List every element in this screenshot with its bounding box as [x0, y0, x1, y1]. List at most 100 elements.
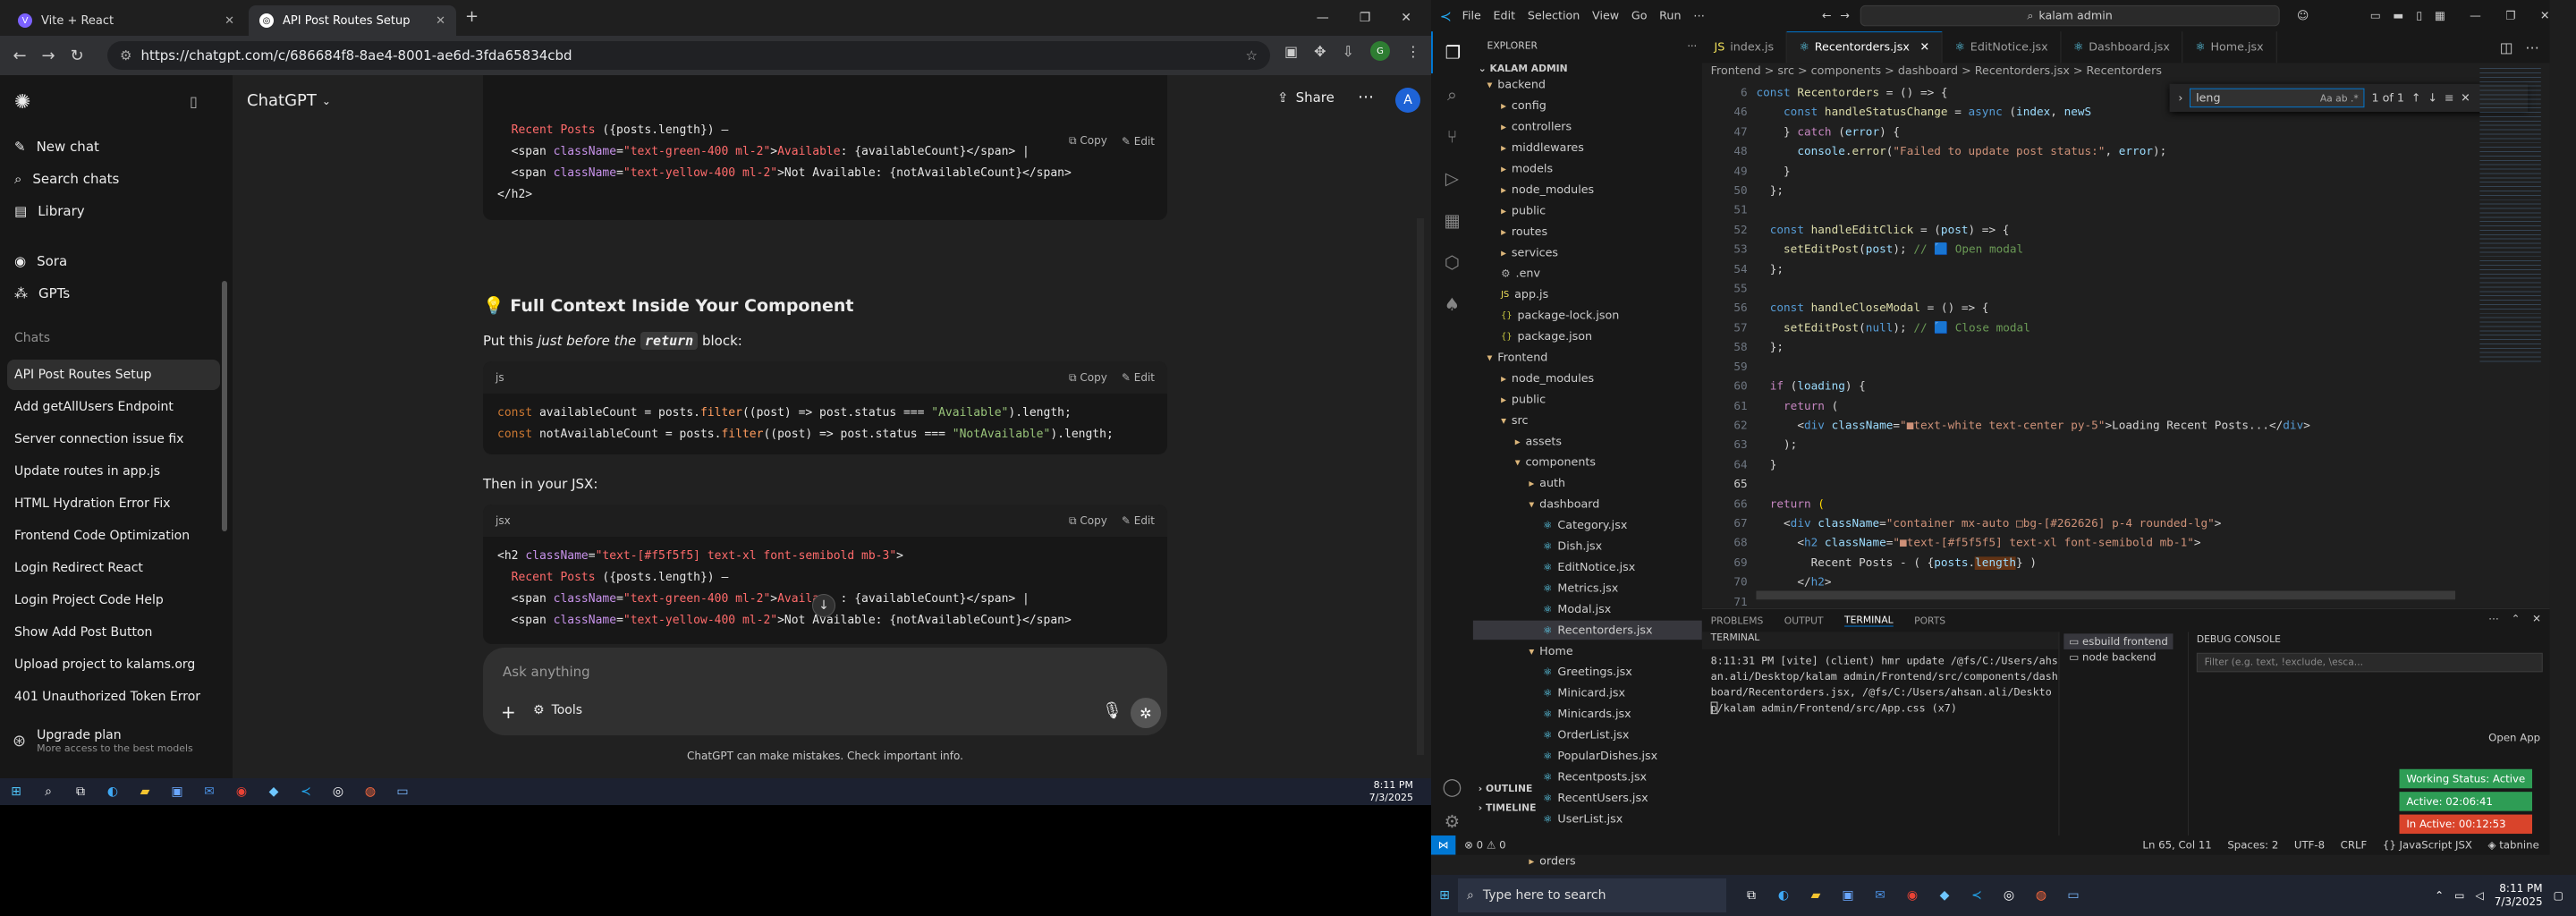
tree-folder[interactable]: ▸ assets — [1473, 432, 1562, 451]
chat-item[interactable]: HTML Hydration Error Fix — [7, 488, 220, 519]
copy-button[interactable]: ⧉ Copy — [1069, 514, 1107, 528]
encoding[interactable]: UTF-8 — [2294, 839, 2325, 852]
extension-icon[interactable]: ▣ — [1284, 43, 1298, 60]
model-selector[interactable]: ChatGPT ⌄ — [247, 91, 331, 110]
tree-folder[interactable]: ▸ services — [1473, 243, 1558, 262]
upgrade-plan-button[interactable]: ⊛ Upgrade plan More access to the best m… — [13, 728, 218, 754]
chat-item[interactable]: Update routes in app.js — [7, 456, 220, 487]
profile-avatar[interactable]: G — [1369, 41, 1390, 61]
prompt-input[interactable]: Ask anything — [503, 664, 590, 680]
new-tab-icon[interactable]: + — [465, 7, 479, 26]
app-icon[interactable]: ◆ — [1928, 882, 1961, 909]
minimize-icon[interactable]: — — [1317, 11, 1329, 25]
tree-file[interactable]: {} package.json — [1473, 327, 1592, 345]
chrome-icon[interactable]: ◉ — [225, 778, 258, 805]
reload-icon[interactable]: ↻ — [63, 41, 91, 70]
remote-icon[interactable]: ⋈ — [1431, 835, 1456, 855]
panel-tab-ports[interactable]: PORTS — [1914, 615, 1945, 626]
chatgpt-app-icon[interactable]: ◎ — [1993, 882, 2025, 909]
tree-folder[interactable]: ▾ Home — [1473, 641, 1572, 660]
windows-start-icon[interactable]: ⊞ — [0, 778, 32, 805]
nav-forward-icon[interactable]: → — [1840, 9, 1850, 22]
terminal-item[interactable]: ▭ node backend — [2063, 649, 2173, 666]
tree-folder[interactable]: ▾ backend — [1473, 75, 1546, 94]
close-window-icon[interactable]: ✕ — [1401, 11, 1411, 25]
copy-button[interactable]: ⧉ Copy — [1069, 371, 1107, 385]
add-attachment-icon[interactable]: + — [501, 701, 516, 723]
notification-icon[interactable]: ▢ — [2554, 889, 2563, 902]
sidebar-scrollbar[interactable] — [222, 281, 227, 531]
system-tray-chevron-icon[interactable]: ⌃ — [2435, 889, 2444, 902]
chat-item[interactable]: 401 Unauthorized Token Error — [7, 682, 220, 712]
editor-more-icon[interactable]: ⋯ — [2525, 38, 2539, 55]
panel-tab-output[interactable]: OUTPUT — [1784, 615, 1824, 626]
edit-button[interactable]: ✎ Edit — [1122, 514, 1155, 528]
volume-icon[interactable]: ◁ — [2476, 889, 2484, 902]
extensions-puzzle-icon[interactable]: ✥ — [1314, 43, 1326, 60]
find-in-selection-icon[interactable]: ≡ — [2445, 91, 2454, 105]
tree-folder[interactable]: ▸ node_modules — [1473, 180, 1594, 199]
customize-layout-icon[interactable]: ▦ — [2435, 9, 2445, 22]
tree-file[interactable]: ⚛ Modal.jsx — [1473, 599, 1611, 618]
windows-start-icon[interactable]: ⊞ — [1431, 882, 1458, 909]
zoom-icon[interactable]: ▭ — [386, 778, 419, 805]
chat-item[interactable]: Login Project Code Help — [7, 585, 220, 615]
close-tab-icon[interactable]: ✕ — [1920, 41, 1930, 55]
menu-selection[interactable]: Selection — [1528, 9, 1580, 22]
tree-folder[interactable]: ▸ config — [1473, 96, 1546, 114]
minimize-icon[interactable]: — — [2470, 9, 2481, 22]
project-root[interactable]: ⌄ KALAM ADMIN — [1479, 63, 1568, 74]
editor-tab-active[interactable]: ⚛ Recentorders.jsx ✕ — [1786, 31, 1943, 64]
task-view-icon[interactable]: ⧉ — [1735, 882, 1767, 909]
chrome-icon[interactable]: ◉ — [1896, 882, 1928, 909]
gpts-button[interactable]: ⁂ GPTs — [14, 279, 218, 308]
restore-icon[interactable]: ❐ — [2505, 9, 2515, 22]
tree-file[interactable]: JS app.js — [1473, 285, 1548, 304]
explorer-icon[interactable]: ❐ — [1431, 31, 1473, 74]
share-button[interactable]: ⇪ Share — [1277, 89, 1335, 106]
nav-back-icon[interactable]: ← — [1822, 9, 1832, 22]
close-tab-icon[interactable]: ✕ — [436, 14, 445, 28]
chat-item[interactable]: Show Add Post Button — [7, 617, 220, 648]
extensions-icon[interactable]: ▦ — [1431, 199, 1473, 242]
tree-folder[interactable]: ▾ components — [1473, 453, 1596, 471]
tabnine-status[interactable]: ◈ tabnine — [2488, 839, 2539, 852]
chat-item[interactable]: Upload project to kalams.org — [7, 649, 220, 680]
chat-item[interactable]: Login Redirect React — [7, 553, 220, 583]
close-window-icon[interactable]: ✕ — [2540, 9, 2550, 22]
vscode-icon[interactable]: ≺ — [290, 778, 322, 805]
menu-view[interactable]: View — [1592, 9, 1619, 22]
tree-file[interactable]: ⚛ EditNotice.jsx — [1473, 557, 1635, 576]
postman-icon[interactable]: ◍ — [354, 778, 386, 805]
close-panel-icon[interactable]: ✕ — [2532, 613, 2541, 625]
chat-scrollbar[interactable] — [1417, 218, 1424, 755]
chat-item[interactable]: Add getAllUsers Endpoint — [7, 392, 220, 422]
vscode-icon[interactable]: ≺ — [1961, 882, 1993, 909]
outline-section[interactable]: › OUTLINE — [1479, 783, 1533, 794]
search-chats-button[interactable]: ⌕ Search chats — [14, 165, 218, 193]
source-control-icon[interactable]: ⑂ — [1431, 115, 1473, 157]
tree-file[interactable]: ⚛ PopularDishes.jsx — [1473, 746, 1657, 765]
editor-tab[interactable]: ⚛ Home.jsx — [2183, 31, 2277, 64]
menu-edit[interactable]: Edit — [1494, 9, 1516, 22]
tree-file[interactable]: ⚛ Minicards.jsx — [1473, 704, 1631, 723]
more-options-icon[interactable]: ⋯ — [1358, 88, 1374, 106]
mongodb-icon[interactable]: ♠ — [1431, 284, 1473, 326]
taskbar-search-box[interactable]: ⌕ Type here to search — [1458, 878, 1726, 912]
site-info-icon[interactable]: ⚙ — [120, 47, 131, 64]
tree-folder[interactable]: ▸ auth — [1473, 474, 1565, 493]
edge-icon[interactable]: ◐ — [1767, 882, 1800, 909]
tab-api-post-routes[interactable]: ◎ API Post Routes Setup ✕ — [249, 5, 456, 36]
toggle-sidebar-icon[interactable]: ▯ — [190, 93, 198, 110]
microphone-icon[interactable]: 🎙 — [1102, 701, 1123, 720]
scroll-down-icon[interactable]: ↓ — [812, 594, 835, 617]
bookmark-star-icon[interactable]: ☆ — [1246, 47, 1258, 64]
layout-icon[interactable]: ▭ — [2370, 9, 2381, 22]
editor-tab[interactable]: JS index.js — [1702, 31, 1787, 64]
previous-match-icon[interactable]: ↑ — [2411, 91, 2421, 105]
store-icon[interactable]: ▣ — [1832, 882, 1864, 909]
close-find-icon[interactable]: ✕ — [2461, 91, 2470, 105]
more-menu-icon[interactable]: ⋯ — [1693, 9, 1705, 22]
search-icon[interactable]: ⌕ — [32, 778, 64, 805]
tree-folder[interactable]: ▸ public — [1473, 390, 1546, 409]
